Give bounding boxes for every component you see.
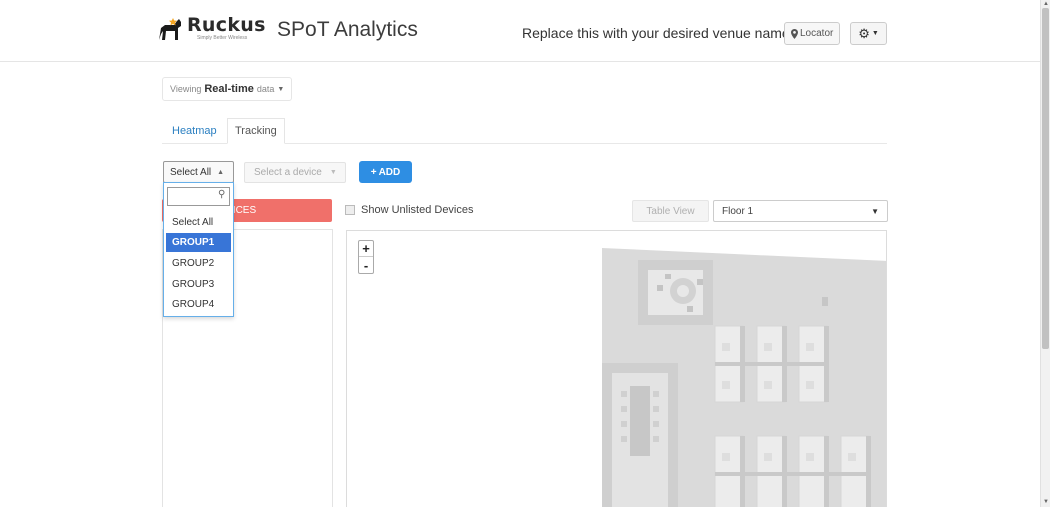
table-view-label: Table View [646,205,695,217]
show-unlisted-toggle[interactable]: Show Unlisted Devices [345,204,474,216]
brand-tagline: Simply Better Wireless [197,35,248,41]
brand-name: Ruckus [187,14,266,36]
group-option-select-all[interactable]: Select All [166,213,231,232]
map-marker-icon [791,28,798,39]
gear-icon: ⚙ [858,25,870,41]
ruckus-logo[interactable]: Ruckus Simply Better Wireless [157,14,266,50]
scroll-up-arrow-icon[interactable]: ▲ [1042,0,1050,8]
locator-label: Locator [800,28,834,39]
caret-down-icon: ▼ [277,85,285,93]
viewing-prefix: Viewing [170,84,202,94]
tab-heatmap[interactable]: Heatmap [165,118,224,144]
zoom-in-button[interactable]: + [359,241,373,257]
floor-map[interactable]: + - [346,230,887,507]
search-icon: ⚲ [218,189,226,200]
floor-select[interactable]: Floor 1 ▼ [713,200,888,222]
app-header: Ruckus Simply Better Wireless SPoT Analy… [0,0,1040,62]
group-option-group2[interactable]: GROUP2 [166,254,231,273]
group-option-group4[interactable]: GROUP4 [166,295,231,314]
zoom-out-button[interactable]: - [359,257,373,273]
device-select[interactable]: Select a device ▼ [244,162,346,183]
caret-down-icon: ▼ [329,169,337,176]
add-label: ADD [378,166,401,178]
group-dropdown: ⚲ Select All GROUP1 GROUP2 GROUP3 GROUP4 [163,182,234,317]
settings-menu-button[interactable]: ⚙ ▼ [850,22,887,45]
show-unlisted-checkbox[interactable] [345,205,355,215]
show-unlisted-label: Show Unlisted Devices [361,204,474,216]
floor-select-value: Floor 1 [722,205,754,217]
viewing-mode: Real-time [204,83,254,95]
group-option-group3[interactable]: GROUP3 [166,275,231,294]
ruckus-dog-icon [159,18,181,40]
app-title: SPoT Analytics [277,18,418,41]
caret-up-icon: ▲ [217,168,225,176]
table-view-button[interactable]: Table View [632,200,709,222]
viewing-suffix: data [256,84,275,94]
group-select[interactable]: Select All ▲ [163,161,234,183]
view-tabs: Heatmap Tracking [162,118,887,144]
venue-name: Replace this with your desired venue nam… [522,25,790,41]
device-select-placeholder: Select a device [254,167,322,178]
floorplan-image [602,248,886,507]
group-select-value: Select All [170,166,212,178]
map-zoom-control: + - [358,240,374,274]
caret-down-icon: ▼ [871,30,879,37]
group-option-group1[interactable]: GROUP1 [166,233,231,252]
data-mode-selector[interactable]: Viewing Real-time data ▼ [162,77,293,101]
tab-tracking[interactable]: Tracking [227,118,285,144]
add-button[interactable]: + ADD [359,161,412,183]
caret-down-icon: ▼ [871,207,879,216]
scrollbar-thumb[interactable] [1042,8,1049,349]
plus-icon: + [370,166,377,178]
locator-button[interactable]: Locator [784,22,841,45]
page-scrollbar[interactable]: ▲ ▼ [1040,0,1050,507]
scroll-down-arrow-icon[interactable]: ▼ [1042,498,1050,506]
